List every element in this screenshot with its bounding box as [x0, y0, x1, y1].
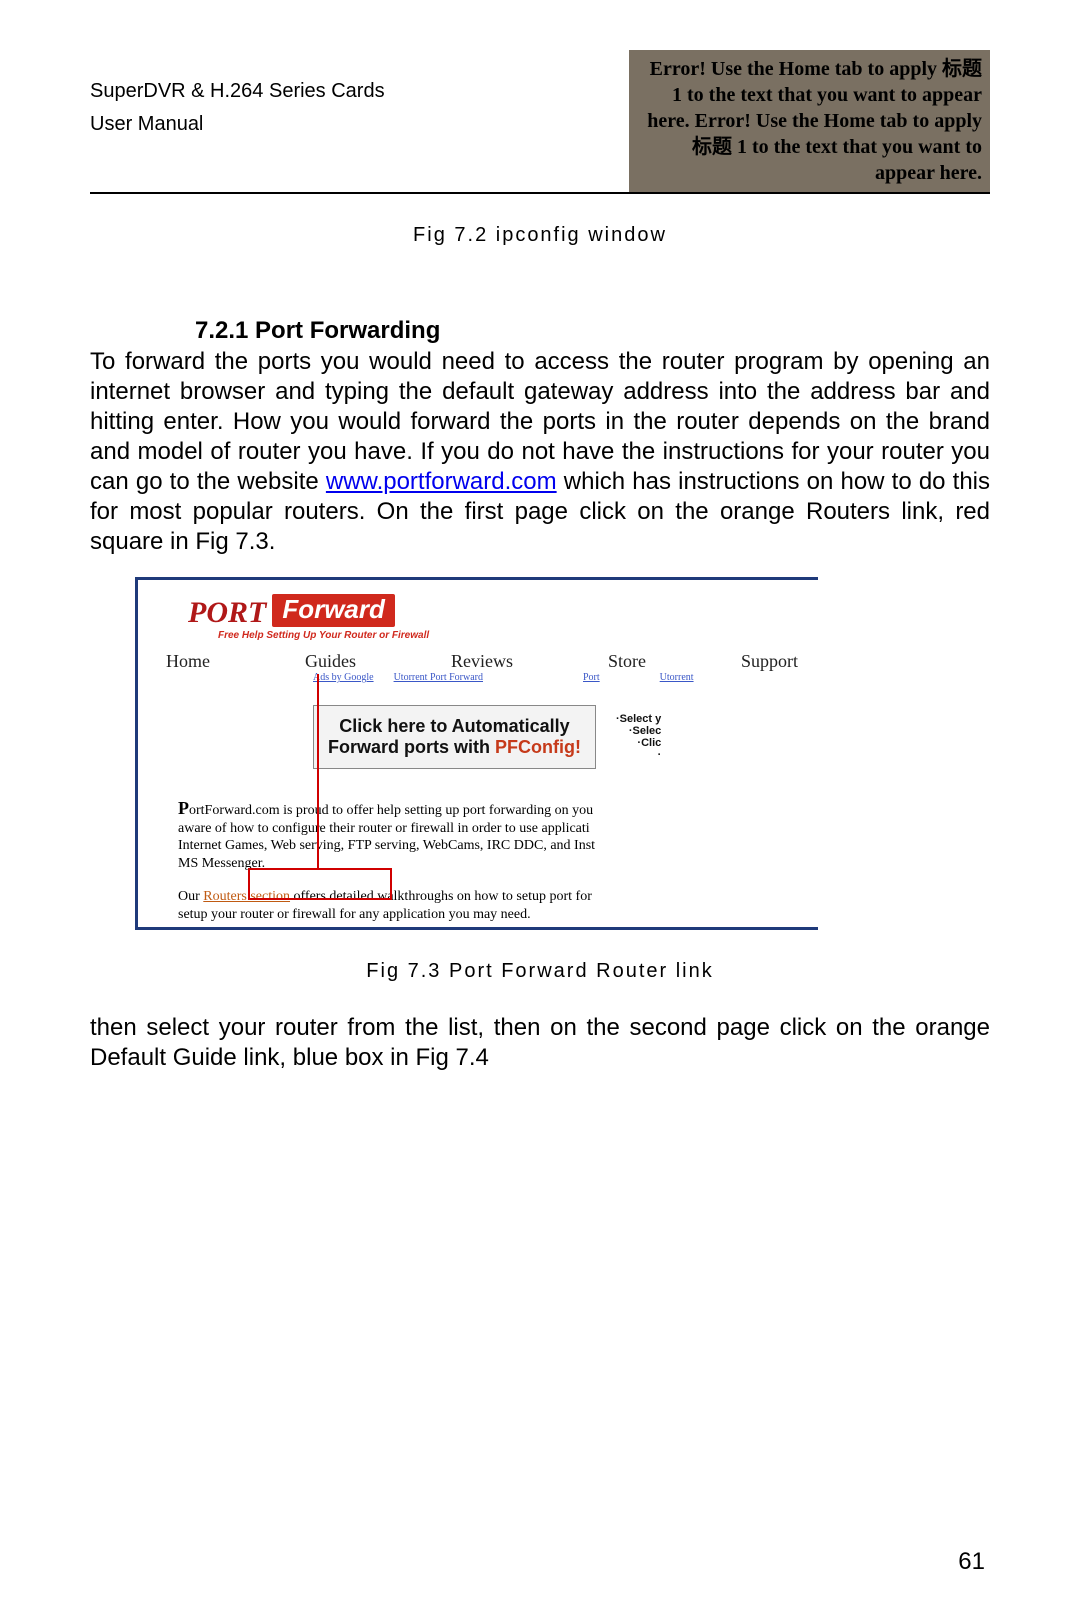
pf-nav-support[interactable]: Support [741, 651, 798, 672]
pf-logo-forward: Forward [272, 594, 395, 627]
pf-sub-utorrentpf[interactable]: Utorrent Port Forward [394, 672, 483, 683]
section-7-2-1-heading: 7.2.1 Port Forwarding [195, 317, 990, 345]
pf-side-list: ·Select y ·Selec ·Clic · [596, 713, 663, 761]
fig-7-2-caption: Fig 7.2 ipconfig window [0, 224, 1080, 247]
pf-box-line2: Forward ports with PFConfig! [328, 737, 581, 758]
pf-auto-forward-box[interactable]: Click here to Automatically Forward port… [313, 705, 596, 769]
after-fig-paragraph: then select your router from the list, t… [90, 1013, 990, 1073]
header-error-box: Error! Use the Home tab to apply 标题 1 to… [629, 50, 990, 192]
pf-subnav: Ads by Google Utorrent Port Forward Port… [138, 672, 818, 687]
pf-sub-utorrent[interactable]: Utorrent [660, 672, 694, 683]
main-content: 7.2.1 Port Forwarding To forward the por… [90, 317, 990, 1073]
pf-banner: PORT Forward Free Help Setting Up Your R… [138, 580, 818, 645]
fig-7-3-screenshot: PORT Forward Free Help Setting Up Your R… [135, 577, 818, 930]
product-title: SuperDVR & H.264 Series Cards [90, 80, 629, 103]
pf-box-line1: Click here to Automatically [328, 716, 581, 737]
red-annotation-line [317, 674, 319, 870]
pf-tagline: Free Help Setting Up Your Router or Fire… [218, 630, 808, 641]
pf-sub-ads[interactable]: Ads by Google [313, 672, 374, 683]
pf-logo-port: PORT [188, 596, 266, 629]
page-number: 61 [958, 1548, 985, 1576]
pf-nav-store[interactable]: Store [608, 651, 646, 672]
portforward-link[interactable]: www.portforward.com [326, 468, 557, 495]
pf-nav-home[interactable]: Home [166, 651, 210, 672]
pf-nav-reviews[interactable]: Reviews [451, 651, 513, 672]
pf-nav-guides[interactable]: Guides [305, 651, 356, 672]
pf-body-paragraph-2: Our Routers section offers detailed walk… [138, 874, 818, 927]
pf-sub-port[interactable]: Port [583, 672, 600, 683]
pf-routers-link[interactable]: Routers section [203, 889, 290, 904]
section-paragraph-1: To forward the ports you would need to a… [90, 347, 990, 557]
pf-nav: Home Guides Reviews Store Support [138, 645, 818, 672]
header-left: SuperDVR & H.264 Series Cards User Manua… [90, 50, 629, 192]
doc-type: User Manual [90, 113, 629, 136]
fig-7-3-caption: Fig 7.3 Port Forward Router link [90, 960, 990, 983]
pf-main-row: Click here to Automatically Forward port… [138, 687, 818, 775]
pf-body-paragraph-1: PortForward.com is proud to offer help s… [138, 775, 818, 874]
page-header: SuperDVR & H.264 Series Cards User Manua… [90, 50, 990, 194]
